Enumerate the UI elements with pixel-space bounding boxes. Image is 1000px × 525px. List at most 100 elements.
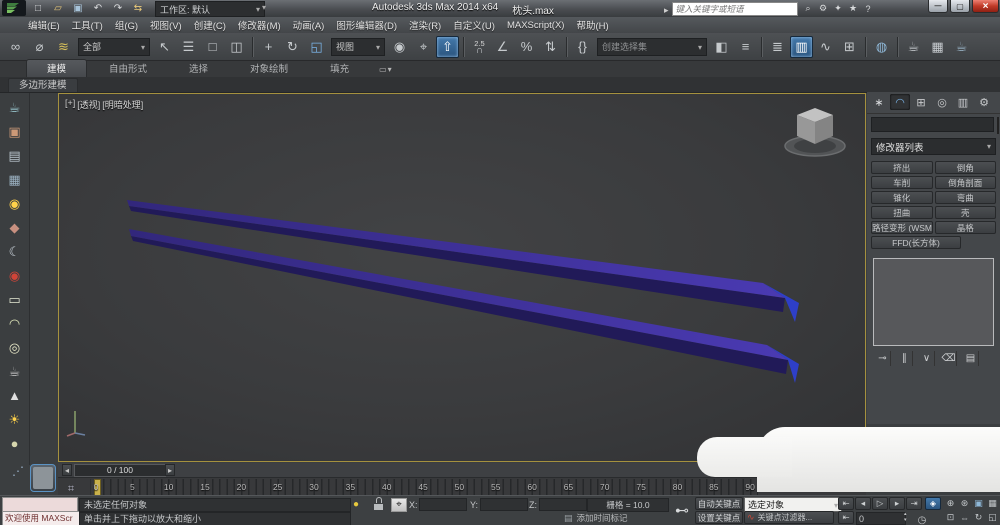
modifier-preset-button[interactable]: 车削 (871, 176, 933, 189)
toolbar-overflow-icon[interactable] (262, 2, 266, 12)
search-icon[interactable]: ⌕ (801, 2, 816, 15)
menu-item[interactable]: 修改器(M) (232, 18, 287, 32)
material-editor-icon[interactable]: ◍ (870, 36, 893, 58)
modifier-preset-button[interactable]: 挤出 (871, 161, 933, 174)
menu-item[interactable]: 创建(C) (188, 18, 232, 32)
y-coordinate-field[interactable] (480, 498, 528, 511)
previous-frame-icon[interactable]: ◂ (855, 497, 871, 510)
add-time-tag[interactable]: 添加时间标记 (564, 512, 628, 524)
mirror-icon[interactable]: ◧ (710, 36, 733, 58)
set-key-button[interactable]: 设置关键点 (695, 511, 743, 524)
modifier-preset-button[interactable]: 路径变形 (WSM) (871, 221, 933, 234)
menu-item[interactable]: 帮助(H) (570, 18, 614, 32)
select-by-name-icon[interactable]: ☰ (177, 36, 200, 58)
modifier-preset-button[interactable]: 扭曲 (871, 206, 933, 219)
search-expand-icon[interactable] (664, 0, 669, 18)
auto-key-button[interactable]: 自动关键点 (695, 497, 743, 510)
menu-item[interactable]: 自定义(U) (447, 18, 501, 32)
close-button[interactable] (972, 0, 999, 13)
layer-manager-icon[interactable]: ≣ (766, 36, 789, 58)
create-tab-icon[interactable]: ∗ (869, 94, 889, 110)
align-icon[interactable]: ≡ (734, 36, 757, 58)
redo-icon[interactable]: ↷ (110, 2, 126, 16)
project-folder-icon[interactable]: ⇆ (130, 2, 146, 16)
list-editor-icon[interactable]: ▤ (3, 144, 27, 167)
search-input[interactable] (671, 1, 798, 16)
next-frame-slider-button[interactable] (165, 464, 175, 476)
viewport-image-icon[interactable]: ▣ (3, 120, 27, 143)
utilities-tab-icon[interactable]: ⚙ (974, 94, 994, 110)
previous-frame-slider-button[interactable] (62, 464, 72, 476)
remove-modifier-icon[interactable]: ⌫ (941, 351, 957, 366)
menu-item[interactable]: 工具(T) (66, 18, 109, 32)
torus-icon[interactable]: ◎ (3, 336, 27, 359)
bind-to-spacewarp-icon[interactable]: ≋ (52, 36, 75, 58)
curve-editor-icon[interactable]: ∿ (814, 36, 837, 58)
ribbon-tab[interactable]: 自由形式 (89, 60, 167, 77)
table-grid-icon[interactable]: ▦ (3, 168, 27, 191)
select-and-rotate-icon[interactable]: ↻ (281, 36, 304, 58)
show-end-result-icon[interactable]: ∥ (897, 351, 913, 366)
menu-item[interactable]: 组(G) (109, 18, 144, 32)
track-bar[interactable]: 051015202530354045505560657075808590 (58, 477, 866, 496)
camera-sound-icon[interactable]: ◆ (3, 216, 27, 239)
dome-icon[interactable]: ◠ (3, 312, 27, 335)
maximize-button[interactable] (950, 0, 970, 13)
selection-set-dropdown[interactable]: 选定对象 (744, 497, 842, 512)
schematic-view-icon[interactable]: ⊞ (838, 36, 861, 58)
modifier-preset-button[interactable]: 锥化 (871, 191, 933, 204)
viewport-pov-menu[interactable]: [透视] (77, 98, 100, 111)
time-slider-handle[interactable]: 0 / 100 (74, 464, 166, 477)
favorites-star-icon[interactable]: ★ (846, 2, 861, 15)
communication-center-icon[interactable]: ✦ (831, 2, 846, 15)
snap-follow-icon[interactable] (6, 462, 26, 478)
modifier-preset-button[interactable]: 倒角剖面 (934, 176, 996, 189)
display-tab-icon[interactable]: ▥ (953, 94, 973, 110)
render-teapot-icon[interactable]: ☕ (3, 96, 27, 119)
next-frame-icon[interactable]: ▸ (889, 497, 905, 510)
pan-hand-icon[interactable]: ⇔ (958, 511, 971, 524)
angle-snap-icon[interactable]: ∠ (491, 36, 514, 58)
menu-item[interactable]: 视图(V) (144, 18, 188, 32)
sun-icon[interactable]: ☀ (3, 408, 27, 431)
menu-item[interactable]: 图形编辑器(D) (330, 18, 403, 32)
go-to-start-icon[interactable]: ⇤ (838, 497, 854, 510)
view-cube[interactable] (779, 104, 851, 158)
x-coordinate-field[interactable] (419, 498, 467, 511)
maxscript-mini-listener[interactable]: 欢迎使用 MAXScr (2, 511, 80, 525)
teapot-outline-icon[interactable]: ☕ (3, 360, 27, 383)
wrench-icon[interactable]: ⚙ (816, 2, 831, 15)
maxscript-macro-recorder[interactable] (2, 497, 78, 512)
graphite-ribbon-toggle-icon[interactable]: ▥ (790, 35, 813, 58)
menu-item[interactable]: 渲染(R) (403, 18, 447, 32)
window-crossing-icon[interactable]: ◫ (225, 36, 248, 58)
ribbon-tab[interactable]: 选择 (169, 60, 228, 77)
rendered-frame-window-icon[interactable]: ▦ (926, 36, 949, 58)
previous-key-icon[interactable]: ⇤ (838, 511, 854, 524)
menu-item[interactable]: 动画(A) (287, 18, 331, 32)
adaptive-degradation-icon[interactable] (353, 499, 359, 510)
selection-filter-dropdown[interactable]: 全部 (78, 37, 150, 56)
modifier-preset-button[interactable]: 弯曲 (934, 191, 996, 204)
object-color-swatch[interactable] (997, 117, 999, 134)
ribbon-minimize-icon[interactable] (379, 59, 393, 77)
render-production-icon[interactable]: ☕ (950, 36, 973, 58)
key-filters-button[interactable]: 关键点过滤器... (744, 511, 834, 524)
modifier-stack-list[interactable] (873, 258, 994, 346)
go-to-end-icon[interactable]: ⇥ (906, 497, 922, 510)
zoom-extents-all-icon[interactable]: ▦ (986, 497, 999, 510)
app-logo[interactable] (2, 0, 26, 16)
zoom-all-icon[interactable]: ⊛ (958, 497, 971, 510)
viewport-general-menu[interactable]: [+] (65, 98, 75, 111)
polygon-modeling-panel-tab[interactable]: 多边形建模 (8, 77, 78, 92)
menu-item[interactable]: 编辑(E) (22, 18, 66, 32)
keyboard-override-toggle-icon[interactable]: ⇧ (436, 35, 459, 58)
zoom-icon[interactable]: ⊕ (944, 497, 957, 510)
select-and-move-icon[interactable]: + (257, 36, 280, 58)
moon-icon[interactable]: ☾ (3, 240, 27, 263)
configure-modifier-sets-icon[interactable]: ▤ (963, 351, 979, 366)
ribbon-tab[interactable]: 填充 (310, 60, 369, 77)
open-file-icon[interactable]: ▱ (50, 2, 66, 16)
make-unique-icon[interactable]: ∨ (919, 351, 935, 366)
select-object-icon[interactable]: ↖ (153, 36, 176, 58)
